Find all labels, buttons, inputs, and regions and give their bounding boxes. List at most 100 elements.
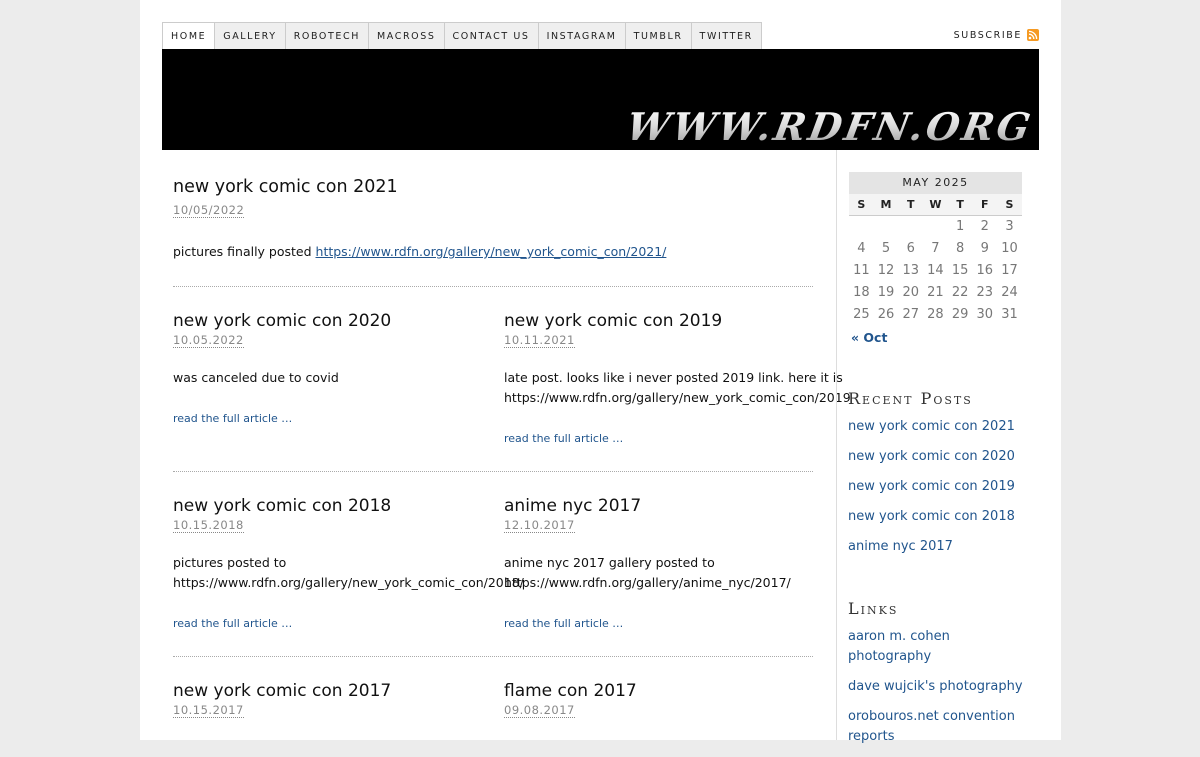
calendar-day: 27 bbox=[902, 307, 919, 322]
divider bbox=[173, 286, 813, 287]
featured-post-date: 10/05/2022 bbox=[173, 203, 245, 218]
recent-post-link[interactable]: new york comic con 2021 bbox=[848, 417, 1026, 437]
calendar-day: 29 bbox=[951, 307, 969, 322]
calendar-day: 30 bbox=[976, 307, 994, 322]
read-more-link[interactable]: read the full article … bbox=[173, 412, 292, 425]
calendar-day: 14 bbox=[927, 263, 944, 278]
calendar-week-row: 18 19 20 21 22 23 24 bbox=[849, 282, 1022, 304]
post-excerpt-line: anime nyc 2017 gallery posted to bbox=[504, 555, 715, 570]
calendar-day: 18 bbox=[853, 285, 870, 300]
post-title[interactable]: new york comic con 2017 bbox=[173, 681, 391, 701]
subscribe-label: SUBSCRIBE bbox=[953, 29, 1022, 41]
sidebar-divider bbox=[836, 150, 837, 740]
read-more-link[interactable]: read the full article … bbox=[504, 432, 623, 445]
subscribe-link[interactable]: SUBSCRIBE bbox=[954, 28, 1039, 42]
calendar-day: 2 bbox=[980, 219, 989, 234]
blogroll-link[interactable]: orobouros.net convention reports bbox=[848, 707, 1026, 747]
calendar-day: 15 bbox=[951, 263, 969, 278]
calendar-weekday: W bbox=[923, 194, 948, 216]
header-banner[interactable]: WWW.RDFN.ORG bbox=[162, 49, 1039, 150]
divider bbox=[173, 471, 813, 472]
calendar-weekday: T bbox=[898, 194, 924, 216]
calendar-weekday-row: S M T W T F S bbox=[849, 194, 1022, 216]
recent-posts-list: new york comic con 2021 new york comic c… bbox=[848, 417, 1026, 567]
calendar-day: 31 bbox=[1001, 307, 1018, 322]
calendar-day: 13 bbox=[902, 263, 919, 278]
post-excerpt: anime nyc 2017 gallery posted to https:/… bbox=[504, 553, 791, 593]
calendar-day bbox=[849, 216, 874, 238]
nav-gallery[interactable]: GALLERY bbox=[214, 23, 285, 50]
calendar-weekday: M bbox=[873, 194, 899, 216]
calendar-day: 20 bbox=[902, 285, 919, 300]
post-title[interactable]: anime nyc 2017 bbox=[504, 496, 641, 516]
calendar-day: 6 bbox=[906, 241, 915, 256]
calendar-prev-month-link[interactable]: « Oct bbox=[851, 330, 887, 345]
post-excerpt-line: was canceled due to covid bbox=[173, 370, 339, 385]
post-excerpt: late post. looks like i never posted 201… bbox=[504, 368, 851, 408]
post-date: 09.08.2017 bbox=[504, 703, 575, 718]
calendar-week-row: 25 26 27 28 29 30 31 bbox=[849, 304, 1022, 326]
post-title[interactable]: new york comic con 2019 bbox=[504, 311, 722, 331]
divider bbox=[173, 656, 813, 657]
featured-post-text: pictures finally posted https://www.rdfn… bbox=[173, 242, 666, 262]
calendar-day: 8 bbox=[955, 241, 965, 256]
calendar-day: 10 bbox=[1001, 241, 1018, 256]
nav-robotech[interactable]: ROBOTECH bbox=[284, 23, 368, 50]
rss-icon bbox=[1027, 29, 1039, 41]
recent-post-link[interactable]: new york comic con 2019 bbox=[848, 477, 1026, 497]
calendar-day: 17 bbox=[1001, 263, 1018, 278]
calendar-day: 4 bbox=[857, 241, 866, 256]
nav-twitter[interactable]: TWITTER bbox=[690, 23, 761, 50]
read-more-link[interactable]: read the full article … bbox=[173, 617, 292, 630]
post-date: 10.11.2021 bbox=[504, 333, 575, 348]
calendar-weekday: T bbox=[947, 194, 973, 216]
post-excerpt: was canceled due to covid bbox=[173, 368, 339, 388]
post-excerpt-line: https://www.rdfn.org/gallery/anime_nyc/2… bbox=[504, 575, 791, 590]
recent-post-link[interactable]: new york comic con 2018 bbox=[848, 507, 1026, 527]
nav-macross[interactable]: MACROSS bbox=[367, 23, 444, 50]
featured-post-link[interactable]: https://www.rdfn.org/gallery/new_york_co… bbox=[316, 244, 667, 259]
post-date: 10.15.2017 bbox=[173, 703, 244, 718]
nav-instagram[interactable]: INSTAGRAM bbox=[537, 23, 625, 50]
blogroll-link[interactable]: aaron m. cohen photography bbox=[848, 627, 1026, 667]
calendar-day: 1 bbox=[955, 219, 965, 234]
featured-post-title[interactable]: new york comic con 2021 bbox=[173, 177, 398, 197]
calendar-weekday: S bbox=[997, 194, 1022, 216]
post-excerpt-line: https://www.rdfn.org/gallery/new_york_co… bbox=[504, 390, 851, 405]
post-excerpt-line: late post. looks like i never posted 201… bbox=[504, 370, 843, 385]
calendar-day bbox=[874, 216, 899, 238]
recent-post-link[interactable]: new york comic con 2020 bbox=[848, 447, 1026, 467]
post-title[interactable]: new york comic con 2018 bbox=[173, 496, 391, 516]
calendar-day: 24 bbox=[1001, 285, 1018, 300]
links-heading: Links bbox=[848, 599, 899, 618]
calendar-weekday: F bbox=[972, 194, 998, 216]
calendar-day: 25 bbox=[853, 307, 870, 322]
nav-home[interactable]: HOME bbox=[163, 23, 215, 50]
calendar-day: 26 bbox=[877, 307, 895, 322]
calendar-day: 5 bbox=[881, 241, 891, 256]
post-title[interactable]: flame con 2017 bbox=[504, 681, 637, 701]
calendar-week-row: 4 5 6 7 8 9 10 bbox=[849, 238, 1022, 260]
calendar-day: 28 bbox=[927, 307, 944, 322]
post-date: 10.05.2022 bbox=[173, 333, 244, 348]
calendar-week-row: 1 2 3 bbox=[849, 216, 1022, 238]
calendar-day: 9 bbox=[980, 241, 989, 256]
recent-post-link[interactable]: anime nyc 2017 bbox=[848, 537, 1026, 557]
banner-logo-text: WWW.RDFN.ORG bbox=[623, 104, 1038, 149]
calendar-day: 16 bbox=[976, 263, 994, 278]
nav-contact-us[interactable]: CONTACT US bbox=[443, 23, 538, 50]
read-more-link[interactable]: read the full article … bbox=[504, 617, 623, 630]
featured-post-intro: pictures finally posted bbox=[173, 244, 316, 259]
calendar-day: 7 bbox=[931, 241, 940, 256]
calendar-weekday: S bbox=[849, 194, 874, 216]
calendar-week-row: 11 12 13 14 15 16 17 bbox=[849, 260, 1022, 282]
nav-tumblr[interactable]: TUMBLR bbox=[624, 23, 691, 50]
post-title[interactable]: new york comic con 2020 bbox=[173, 311, 391, 331]
calendar-day: 12 bbox=[877, 263, 895, 278]
blogroll-link[interactable]: dave wujcik's photography bbox=[848, 677, 1026, 697]
page: HOME GALLERY ROBOTECH MACROSS CONTACT US… bbox=[140, 0, 1061, 744]
calendar-widget: MAY 2025 S M T W T F S 1 2 3 4 5 6 7 8 9… bbox=[849, 172, 1022, 326]
calendar-day: 19 bbox=[877, 285, 895, 300]
calendar-day: 23 bbox=[976, 285, 994, 300]
post-date: 10.15.2018 bbox=[173, 518, 244, 533]
